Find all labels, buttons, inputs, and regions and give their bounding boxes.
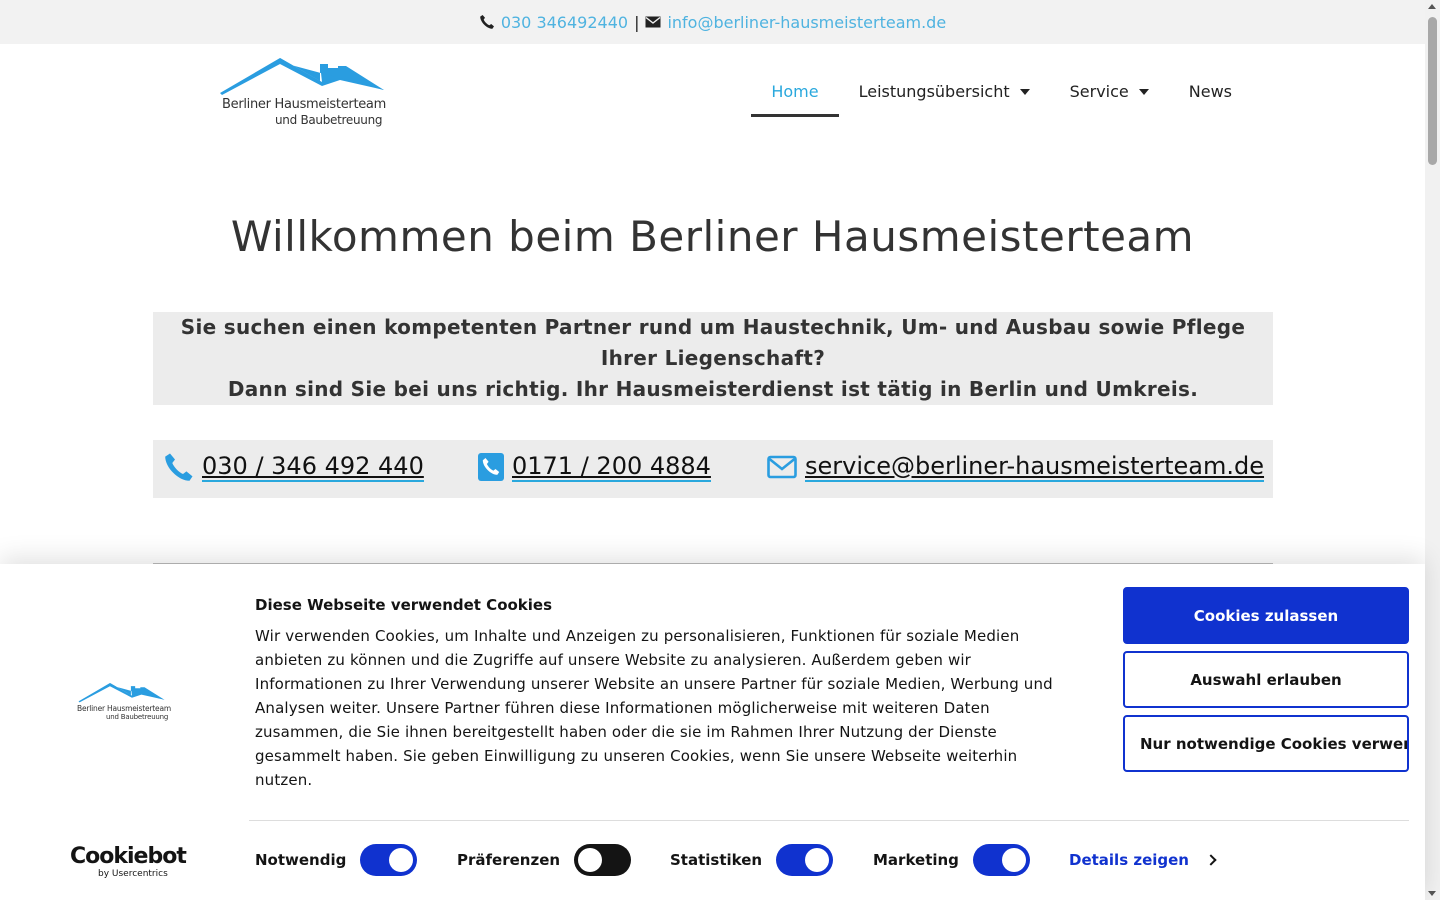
toggle-necessary-row: Notwendig <box>255 844 418 876</box>
contact-email-link[interactable]: service@berliner-hausmeisterteam.de <box>767 452 1265 482</box>
contact-bar: 030 / 346 492 440 0171 / 200 4884 servic… <box>153 440 1273 498</box>
main-nav: Home Leistungsübersicht Service News <box>751 70 1252 117</box>
caret-down-icon <box>1138 89 1149 95</box>
scroll-down-arrow-icon[interactable] <box>1428 891 1436 896</box>
cookiebot-name: Cookiebot <box>70 844 187 869</box>
toggle-necessary-label: Notwendig <box>255 851 347 869</box>
envelope-icon <box>645 16 661 28</box>
toggle-statistics[interactable] <box>776 844 834 876</box>
show-details-link[interactable]: Details zeigen <box>1069 851 1217 869</box>
nav-news-label: News <box>1188 82 1232 101</box>
contact-mobile-text: 0171 / 200 4884 <box>512 452 711 482</box>
phone-icon <box>165 453 193 481</box>
topbar-email-link[interactable]: info@berliner-hausmeisterteam.de <box>667 13 946 32</box>
toggle-statistics-row: Statistiken <box>670 844 834 876</box>
toggle-marketing[interactable] <box>972 844 1030 876</box>
toggle-knob <box>389 848 414 872</box>
page-title: Willkommen beim Berliner Hausmeisterteam <box>230 212 1195 261</box>
necessary-cookies-only-button[interactable]: Nur notwendige Cookies verwenden <box>1123 715 1409 772</box>
chevron-right-icon <box>1205 854 1217 866</box>
contact-phone-text: 030 / 346 492 440 <box>202 452 424 482</box>
toggle-preferences-label: Präferenzen <box>457 851 561 869</box>
cookie-banner-site-logo: Berliner Hausmeisterteam und Baubetreuun… <box>76 682 171 722</box>
site-logo[interactable]: Berliner Hausmeisterteam und Baubetreuun… <box>220 56 386 128</box>
nav-service[interactable]: Service <box>1050 70 1169 114</box>
roof-logo-icon <box>220 58 384 95</box>
nav-leistungsuebersicht-label: Leistungsübersicht <box>858 82 1010 101</box>
nav-news[interactable]: News <box>1169 70 1252 114</box>
logo-line-1: Berliner Hausmeisterteam <box>222 97 386 112</box>
cookiebot-brand: Cookiebot by Usercentrics <box>70 844 187 880</box>
page-scrollbar[interactable] <box>1425 0 1440 900</box>
contact-mobile-link[interactable]: 0171 / 200 4884 <box>478 452 711 482</box>
site-header: Berliner Hausmeisterteam und Baubetreuun… <box>0 44 1425 144</box>
phone-icon <box>480 15 494 29</box>
topbar-separator: | <box>634 12 640 32</box>
intro-line-1: Sie suchen einen kompetenten Partner run… <box>180 315 1246 339</box>
cookie-title: Diese Webseite verwendet Cookies <box>255 596 553 614</box>
nav-home-label: Home <box>771 82 819 101</box>
cookie-logo-line-1: Berliner Hausmeisterteam <box>77 704 171 713</box>
intro-box: Sie suchen einen kompetenten Partner run… <box>153 312 1273 405</box>
intro-line-2: Ihrer Liegenschaft? <box>600 346 826 370</box>
top-contact-bar: 030 346492440 | info@berliner-hausmeiste… <box>0 0 1425 44</box>
toggle-marketing-label: Marketing <box>873 851 959 869</box>
allow-selection-button[interactable]: Auswahl erlauben <box>1123 651 1409 708</box>
nav-service-label: Service <box>1069 82 1129 101</box>
cookie-logo-line-2: und Baubetreuung <box>106 713 169 721</box>
show-details-label: Details zeigen <box>1069 851 1189 869</box>
cookie-consent-banner: Berliner Hausmeisterteam und Baubetreuun… <box>0 564 1425 900</box>
allow-all-cookies-button[interactable]: Cookies zulassen <box>1123 587 1409 644</box>
toggle-statistics-label: Statistiken <box>670 851 763 869</box>
cookiebot-sub: by Usercentrics <box>98 869 168 879</box>
cookie-separator <box>249 820 1409 821</box>
contact-phone-link[interactable]: 030 / 346 492 440 <box>164 452 424 482</box>
toggle-preferences[interactable] <box>574 844 632 876</box>
nav-home[interactable]: Home <box>751 70 839 117</box>
toggle-knob <box>805 848 830 872</box>
cookie-description: Wir verwenden Cookies, um Inhalte und An… <box>255 627 1053 789</box>
logo-line-2: und Baubetreuung <box>275 113 383 127</box>
toggle-knob <box>578 848 603 872</box>
envelope-icon <box>767 455 797 479</box>
toggle-marketing-row: Marketing <box>873 844 1030 876</box>
roof-logo-icon <box>78 683 165 703</box>
caret-down-icon <box>1019 89 1030 95</box>
intro-line-3: Dann sind Sie bei uns richtig. Ihr Hausm… <box>227 377 1199 401</box>
toggle-preferences-row: Präferenzen <box>457 844 632 876</box>
nav-leistungsuebersicht[interactable]: Leistungsübersicht <box>839 70 1050 114</box>
scroll-thumb[interactable] <box>1428 17 1437 165</box>
toggle-necessary[interactable] <box>360 844 418 876</box>
phone-square-icon <box>478 453 504 481</box>
topbar-phone-link[interactable]: 030 346492440 <box>501 13 628 32</box>
contact-email-text: service@berliner-hausmeisterteam.de <box>805 452 1265 482</box>
scroll-up-arrow-icon[interactable] <box>1428 4 1436 9</box>
toggle-knob <box>1001 848 1026 872</box>
